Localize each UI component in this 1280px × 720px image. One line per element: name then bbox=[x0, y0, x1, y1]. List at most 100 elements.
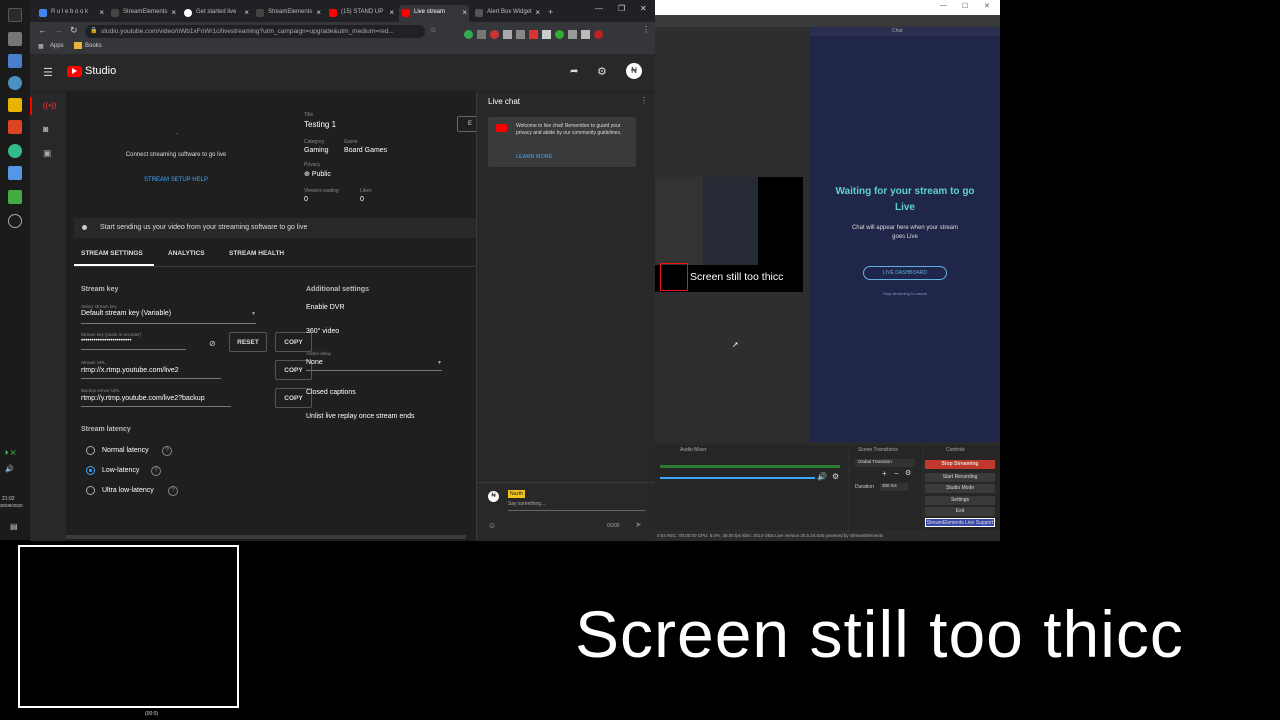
stream-setup-help-link[interactable]: STREAM SETUP HELP bbox=[66, 177, 286, 183]
browser-tab[interactable]: StreamElements × bbox=[108, 5, 178, 22]
settings-gear-icon[interactable]: ⚙ bbox=[597, 65, 607, 78]
back-icon[interactable]: ← bbox=[38, 25, 47, 35]
normal-latency-label[interactable]: Normal latency bbox=[102, 447, 149, 454]
duration-field[interactable]: 300 ms bbox=[880, 483, 908, 491]
video-360-toggle[interactable]: 360° video bbox=[306, 328, 339, 335]
acrobat-icon[interactable] bbox=[8, 120, 22, 134]
sticky-notes-icon[interactable] bbox=[8, 98, 22, 112]
backup-url-field[interactable]: rtmp://y.rtmp.youtube.com/live2?backup bbox=[81, 395, 231, 407]
close-tab-icon[interactable]: × bbox=[462, 8, 467, 17]
copy-stream-key-button[interactable]: COPY bbox=[275, 332, 312, 352]
forward-icon[interactable]: → bbox=[54, 25, 63, 35]
app-icon[interactable] bbox=[8, 166, 22, 180]
horizontal-scrollbar[interactable] bbox=[66, 535, 466, 539]
browser-tab[interactable]: Get started live × bbox=[181, 5, 251, 22]
chat-menu-icon[interactable]: ⋮ bbox=[640, 96, 648, 105]
apps-icon[interactable]: ▦ bbox=[38, 43, 44, 50]
studio-mode-button[interactable]: Studio Mode bbox=[925, 484, 995, 493]
volume-icon[interactable]: 🔊 bbox=[817, 472, 827, 481]
reload-icon[interactable]: ↻ bbox=[70, 25, 78, 36]
ultra-low-latency-label[interactable]: Ultra low-latency bbox=[102, 487, 154, 494]
closed-captions-toggle[interactable]: Closed captions bbox=[306, 389, 356, 396]
browser-tab[interactable]: R u l e b o o k × bbox=[36, 5, 106, 22]
avatar[interactable]: ₦ bbox=[626, 63, 642, 79]
word-icon[interactable] bbox=[8, 54, 22, 68]
help-icon[interactable]: ? bbox=[151, 466, 161, 476]
new-tab-button[interactable]: + bbox=[545, 5, 559, 22]
exit-button[interactable]: Exit bbox=[925, 507, 995, 516]
ultra-low-latency-radio[interactable] bbox=[86, 486, 95, 495]
close-tab-icon[interactable]: × bbox=[389, 8, 394, 17]
obs-icon[interactable] bbox=[8, 214, 22, 228]
maximize-icon[interactable]: ☐ bbox=[962, 2, 968, 10]
file-explorer-icon[interactable] bbox=[8, 32, 22, 46]
browser-tab[interactable]: StreamElements × bbox=[253, 5, 323, 22]
unlist-replay-toggle[interactable]: Unlist live replay once stream ends bbox=[306, 413, 415, 420]
close-tab-icon[interactable]: × bbox=[244, 8, 249, 17]
close-window-icon[interactable]: ✕ bbox=[984, 2, 990, 10]
help-icon[interactable]: ? bbox=[168, 486, 178, 496]
volume-icon[interactable]: 🔊 bbox=[5, 465, 14, 473]
added-delay-select[interactable]: None ▼ bbox=[306, 359, 442, 371]
taskbar-clock[interactable]: 21:02 bbox=[2, 496, 15, 502]
normal-latency-radio[interactable] bbox=[86, 446, 95, 455]
gear-icon[interactable]: ⚙ bbox=[832, 472, 839, 481]
close-tab-icon[interactable]: × bbox=[99, 8, 104, 17]
bookmark-apps[interactable]: Apps bbox=[50, 43, 64, 49]
visibility-off-icon[interactable]: ⊘ bbox=[209, 339, 216, 348]
stream-url-field[interactable]: rtmp://x.rtmp.youtube.com/live2 bbox=[81, 367, 221, 379]
start-recording-button[interactable]: Start Recording bbox=[925, 473, 995, 482]
windows-start-icon[interactable] bbox=[8, 8, 22, 22]
stream-key-select[interactable]: Default stream key (Variable) ▼ bbox=[81, 310, 256, 324]
youtube-logo-icon[interactable] bbox=[67, 66, 82, 77]
volume-slider[interactable] bbox=[660, 477, 815, 479]
browser-tab[interactable]: Alert Box Widget × bbox=[472, 5, 542, 22]
tab-stream-settings[interactable]: STREAM SETTINGS bbox=[81, 250, 143, 257]
chrome-menu-icon[interactable]: ⋮ bbox=[642, 25, 650, 34]
tab-analytics[interactable]: ANALYTICS bbox=[168, 250, 205, 257]
minimize-icon[interactable]: — bbox=[595, 4, 603, 13]
close-tab-icon[interactable]: × bbox=[316, 8, 321, 17]
live-dashboard-button[interactable]: LIVE DASHBOARD bbox=[863, 266, 947, 280]
tab-stream-health[interactable]: STREAM HEALTH bbox=[229, 250, 284, 257]
stop-streaming-button[interactable]: Stop Streaming bbox=[925, 460, 995, 469]
app-icon[interactable] bbox=[8, 190, 22, 204]
maximize-icon[interactable]: ❐ bbox=[618, 4, 625, 13]
minimize-icon[interactable]: — bbox=[940, 2, 947, 9]
close-tab-icon[interactable]: × bbox=[535, 8, 540, 17]
emoji-icon[interactable]: ☺ bbox=[488, 521, 496, 530]
address-bar[interactable]: 🔒 studio.youtube.com/video/nWb1xFnWr1c/l… bbox=[85, 25, 425, 38]
reset-button[interactable]: RESET bbox=[229, 332, 267, 352]
calendar-icon[interactable]: ▣ bbox=[43, 148, 52, 159]
help-icon[interactable]: ? bbox=[162, 446, 172, 456]
low-latency-radio[interactable] bbox=[86, 466, 95, 475]
learn-more-link[interactable]: LEARN MORE bbox=[516, 154, 552, 160]
bookmark-star-icon[interactable]: ☆ bbox=[430, 26, 436, 34]
selected-source-outline[interactable] bbox=[660, 263, 688, 291]
share-icon[interactable]: ➦ bbox=[570, 66, 578, 77]
notification-icon[interactable]: ▤ bbox=[10, 522, 18, 531]
enable-dvr-toggle[interactable]: Enable DVR bbox=[306, 304, 345, 311]
tray-icons[interactable]: ⏵ ✕ bbox=[5, 450, 16, 458]
browser-tab[interactable]: (15) STAND UP × bbox=[326, 5, 396, 22]
low-latency-label[interactable]: Low-latency bbox=[102, 467, 139, 474]
live-stream-icon[interactable]: ((•)) bbox=[43, 101, 56, 110]
bookmark-books[interactable]: Books bbox=[85, 43, 102, 49]
send-icon[interactable]: ➤ bbox=[635, 520, 642, 529]
extension-icons[interactable] bbox=[464, 26, 644, 39]
browser-tab-active[interactable]: Live stream × bbox=[399, 5, 469, 22]
close-window-icon[interactable]: ✕ bbox=[640, 4, 647, 13]
remove-icon[interactable]: − bbox=[894, 469, 899, 478]
gear-icon[interactable]: ⚙ bbox=[905, 469, 911, 477]
settings-button[interactable]: Settings bbox=[925, 496, 995, 505]
transition-select[interactable]: Global Transition bbox=[855, 459, 915, 467]
streamelements-support-button[interactable]: StreamElements Live Support bbox=[925, 518, 995, 527]
chrome-icon[interactable] bbox=[8, 144, 22, 158]
camera-icon[interactable]: ◙ bbox=[43, 124, 48, 134]
close-tab-icon[interactable]: × bbox=[171, 8, 176, 17]
add-icon[interactable]: + bbox=[882, 469, 887, 478]
stream-key-field[interactable]: •••••••••••••••••••••••• bbox=[81, 338, 186, 350]
chat-input[interactable]: Say something... bbox=[508, 501, 646, 511]
app-icon[interactable] bbox=[8, 76, 22, 90]
hamburger-menu-icon[interactable]: ☰ bbox=[43, 66, 53, 79]
